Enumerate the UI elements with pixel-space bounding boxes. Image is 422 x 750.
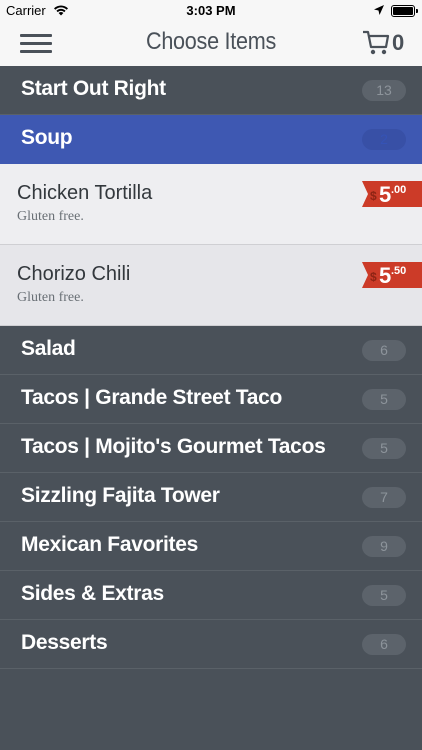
item-description: Gluten free. xyxy=(17,290,84,305)
location-icon xyxy=(373,4,385,19)
category-label: Soup xyxy=(21,126,73,149)
price-cents: .50 xyxy=(391,265,407,277)
category-label: Salad xyxy=(21,337,76,360)
price-whole: 5 xyxy=(379,263,392,288)
category-sizzling-fajita-tower[interactable]: Sizzling Fajita Tower 7 xyxy=(0,473,422,522)
category-label: Mexican Favorites xyxy=(21,533,198,556)
menu-item-chicken-tortilla[interactable]: Chicken Tortilla Gluten free. $ 5 .00 xyxy=(0,164,422,245)
item-description: Gluten free. xyxy=(17,209,84,224)
navigation-bar: Choose Items 0 xyxy=(0,22,422,67)
category-count-badge: 13 xyxy=(362,80,406,101)
battery-icon xyxy=(391,5,418,17)
clock: 3:03 PM xyxy=(186,3,236,18)
category-sides-extras[interactable]: Sides & Extras 5 xyxy=(0,571,422,620)
category-label: Sides & Extras xyxy=(21,582,164,605)
price-whole: 5 xyxy=(379,182,392,207)
price-currency: $ xyxy=(370,270,377,284)
category-tacos-mojitos-gourmet-tacos[interactable]: Tacos | Mojito's Gourmet Tacos 5 xyxy=(0,424,422,473)
category-count-badge: 5 xyxy=(362,438,406,459)
menu-list: Start Out Right 13 Soup 2 Chicken Tortil… xyxy=(0,66,422,669)
category-count-badge: 9 xyxy=(362,536,406,557)
category-label: Sizzling Fajita Tower xyxy=(21,484,220,507)
category-start-out-right[interactable]: Start Out Right 13 xyxy=(0,66,422,115)
status-bar: Carrier 3:03 PM xyxy=(0,0,422,22)
category-salad[interactable]: Salad 6 xyxy=(0,326,422,375)
category-tacos-grande-street-taco[interactable]: Tacos | Grande Street Taco 5 xyxy=(0,375,422,424)
category-mexican-favorites[interactable]: Mexican Favorites 9 xyxy=(0,522,422,571)
category-count-badge: 7 xyxy=(362,487,406,508)
price-tag: $ 5 .50 xyxy=(362,262,422,288)
price-tag: $ 5 .00 xyxy=(362,181,422,207)
page-title: Choose Items xyxy=(145,28,277,55)
category-count-badge: 5 xyxy=(362,585,406,606)
menu-item-chorizo-chili[interactable]: Chorizo Chili Gluten free. $ 5 .50 xyxy=(0,245,422,326)
category-label: Desserts xyxy=(21,631,108,654)
category-count-badge: 6 xyxy=(362,634,406,655)
category-label: Start Out Right xyxy=(21,77,166,100)
category-label: Tacos | Grande Street Taco xyxy=(21,386,283,409)
item-name: Chorizo Chili xyxy=(17,263,131,285)
category-count-badge: 2 xyxy=(362,129,406,150)
price-currency: $ xyxy=(370,189,377,203)
category-label: Tacos | Mojito's Gourmet Tacos xyxy=(21,435,326,458)
item-name: Chicken Tortilla xyxy=(17,182,153,204)
cart-button[interactable]: 0 xyxy=(362,28,412,58)
cart-icon xyxy=(363,30,390,55)
category-desserts[interactable]: Desserts 6 xyxy=(0,620,422,669)
category-count-badge: 6 xyxy=(362,340,406,361)
cart-count: 0 xyxy=(392,30,405,55)
category-soup[interactable]: Soup 2 xyxy=(0,115,422,164)
price-cents: .00 xyxy=(391,184,407,196)
category-count-badge: 5 xyxy=(362,389,406,410)
